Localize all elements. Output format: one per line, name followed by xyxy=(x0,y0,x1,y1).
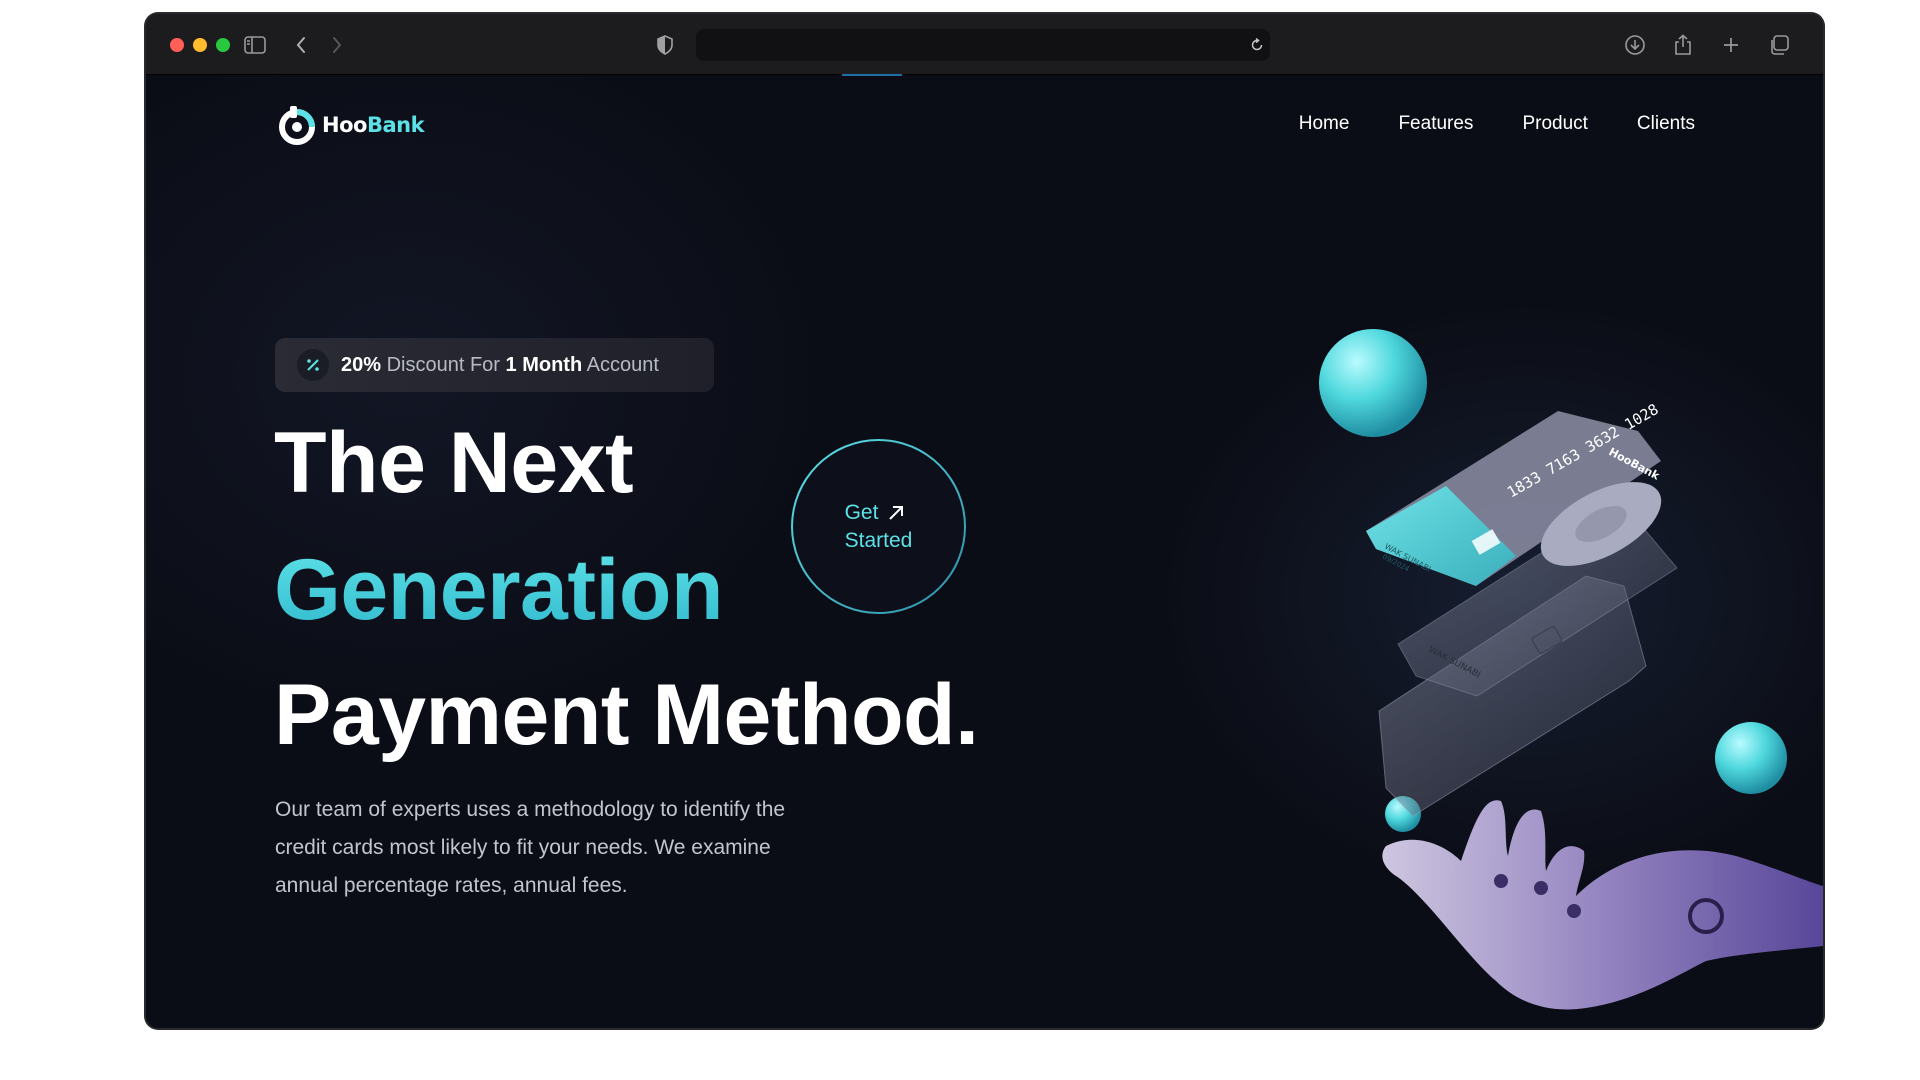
address-bar[interactable] xyxy=(696,29,1270,61)
hoobank-landing-page: HooBank Home Features Product Clients 20… xyxy=(146,76,1823,1028)
decor-sphere-large xyxy=(1319,329,1427,437)
sidebar-toggle-icon[interactable] xyxy=(242,32,268,58)
hero-title-line-1: The Next xyxy=(274,415,634,511)
maximize-window-button[interactable] xyxy=(216,38,230,52)
forward-icon[interactable] xyxy=(324,32,350,58)
arrow-up-right-icon xyxy=(889,505,904,520)
close-window-button[interactable] xyxy=(170,38,184,52)
discount-month-number: 1 xyxy=(505,353,517,376)
hero-illustration: WAK SUNABI 1833 7163 3632 1028 HooBank W… xyxy=(1319,329,1823,1010)
reload-icon[interactable] xyxy=(1244,32,1270,58)
main-nav: Home Features Product Clients xyxy=(1299,113,1695,135)
hero-title-line-3: Payment Method. xyxy=(274,667,979,763)
nav-clients[interactable]: Clients xyxy=(1637,113,1695,135)
discount-text-part: Discount For xyxy=(381,353,506,376)
decor-sphere-medium xyxy=(1715,722,1787,794)
discount-badge: 20% Discount For 1 Month Account xyxy=(275,338,714,392)
logo-prefix: Hoo xyxy=(322,113,367,137)
new-tab-icon[interactable] xyxy=(1718,32,1744,58)
get-started-label-1: Get xyxy=(844,500,879,524)
hoobank-logo[interactable]: HooBank xyxy=(276,104,425,146)
logo-suffix: Bank xyxy=(366,113,425,137)
tabs-overview-icon[interactable] xyxy=(1766,32,1792,58)
hero-description: Our team of experts uses a methodology t… xyxy=(275,798,786,897)
hoobank-logo-icon xyxy=(279,106,315,145)
share-icon[interactable] xyxy=(1670,32,1696,58)
hero-title-line-2: Generation xyxy=(274,542,723,638)
discount-icon xyxy=(297,349,329,381)
nav-features[interactable]: Features xyxy=(1398,113,1473,135)
browser-window: HooBank Home Features Product Clients 20… xyxy=(146,14,1823,1028)
robot-hand xyxy=(1382,800,1823,1010)
get-started-button[interactable]: Get Started xyxy=(791,439,966,614)
discount-month-word: Month xyxy=(516,353,583,376)
download-icon[interactable] xyxy=(1622,32,1648,58)
back-icon[interactable] xyxy=(288,32,314,58)
get-started-label-2: Started xyxy=(844,528,913,552)
discount-percent: 20% xyxy=(341,353,382,376)
discount-text-part-2: Account xyxy=(582,353,659,376)
shield-icon[interactable] xyxy=(652,32,678,58)
browser-toolbar xyxy=(146,14,1823,75)
minimize-window-button[interactable] xyxy=(193,38,207,52)
logo-wordmark: HooBank xyxy=(322,113,425,137)
discount-text: 20% Discount For 1 Month Account xyxy=(341,354,659,377)
nav-home[interactable]: Home xyxy=(1299,113,1350,135)
nav-product[interactable]: Product xyxy=(1522,113,1587,135)
